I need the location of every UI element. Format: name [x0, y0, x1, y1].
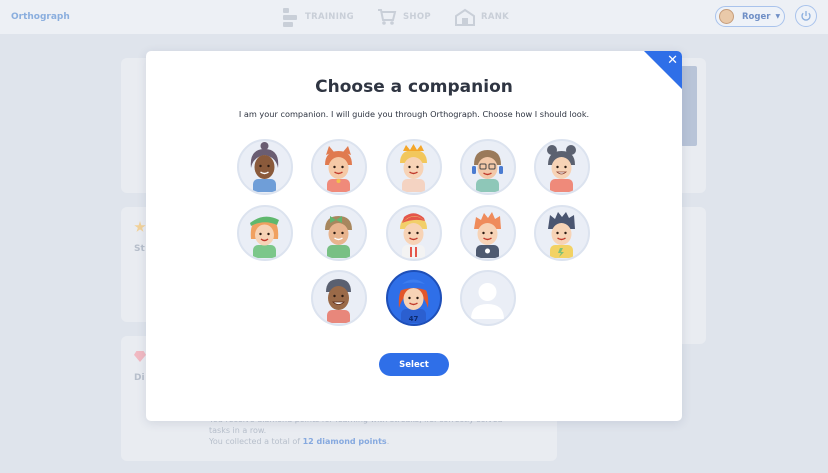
diamonds-total-prefix: You collected a total of [209, 437, 303, 446]
companion-avatar-5-icon [547, 145, 576, 192]
companion-avatar-8[interactable] [386, 205, 442, 261]
diamonds-total-suffix: . [386, 437, 390, 446]
brand-logo[interactable]: Orthograph [11, 12, 70, 22]
logout-button[interactable] [795, 5, 817, 27]
companion-avatar-1[interactable] [237, 139, 293, 195]
companion-avatar-3-icon [400, 144, 427, 192]
nav-shop[interactable]: SHOP [377, 5, 431, 29]
companion-avatar-2-icon [325, 146, 352, 192]
companion-avatar-1-icon [250, 142, 279, 192]
diamonds-description-line2: tasks in a row. [209, 426, 267, 435]
companion-avatar-9-icon [474, 212, 501, 258]
companion-avatar-10-icon [548, 212, 575, 258]
nav-training[interactable]: TRAINING [281, 5, 354, 29]
companion-avatar-10[interactable] [534, 205, 590, 261]
power-icon [800, 7, 812, 26]
companion-avatar-7[interactable] [311, 205, 367, 261]
companion-avatar-empty[interactable] [460, 270, 516, 326]
companion-avatar-7-icon [325, 216, 352, 258]
nav-rank[interactable]: RANK [455, 5, 509, 29]
companion-avatar-2[interactable] [311, 139, 367, 195]
companion-avatar-12-icon: 47 [398, 279, 429, 323]
companion-avatar-5[interactable] [534, 139, 590, 195]
close-icon: ✕ [667, 53, 678, 68]
diamonds-label: Di [134, 373, 145, 383]
companion-avatar-4[interactable] [460, 139, 516, 195]
svg-text:47: 47 [409, 315, 419, 323]
user-menu-button[interactable]: Roger ▼ [715, 6, 785, 27]
shop-icon [377, 8, 397, 26]
background-image-strip [681, 66, 697, 146]
dialog-title: Choose a companion [315, 77, 513, 97]
companion-avatar-4-icon [472, 150, 503, 192]
user-silhouette-icon [471, 283, 504, 319]
companion-avatar-11[interactable] [311, 270, 367, 326]
user-name: Roger [742, 11, 771, 22]
select-button[interactable]: Select [379, 353, 449, 376]
stats-label: St [134, 244, 145, 254]
diamonds-total-value: 12 diamond points [302, 437, 387, 446]
training-icon [281, 7, 299, 27]
dialog-subtitle: I am your companion. I will guide you th… [238, 109, 590, 119]
chevron-down-icon: ▼ [775, 13, 781, 20]
nav-rank-label: RANK [481, 12, 510, 22]
companion-avatar-6-icon [250, 216, 279, 258]
companion-avatar-11-icon [326, 279, 351, 323]
companion-avatar-9[interactable] [460, 205, 516, 261]
choose-companion-dialog: ✕ Choose a companion I am your companion… [146, 51, 682, 421]
companion-avatar-6[interactable] [237, 205, 293, 261]
rank-icon [455, 8, 475, 26]
companion-avatar-3[interactable] [386, 139, 442, 195]
companion-avatar-8-icon [400, 213, 427, 258]
nav-training-label: TRAINING [305, 12, 354, 22]
diamond-icon [134, 351, 146, 362]
top-navigation-bar: Orthograph TRAINING SHOP RANK Roger ▼ [0, 0, 828, 34]
star-icon [134, 221, 146, 232]
companion-avatar-12[interactable]: 47 [386, 270, 442, 326]
nav-shop-label: SHOP [403, 12, 431, 22]
user-avatar [719, 9, 734, 24]
